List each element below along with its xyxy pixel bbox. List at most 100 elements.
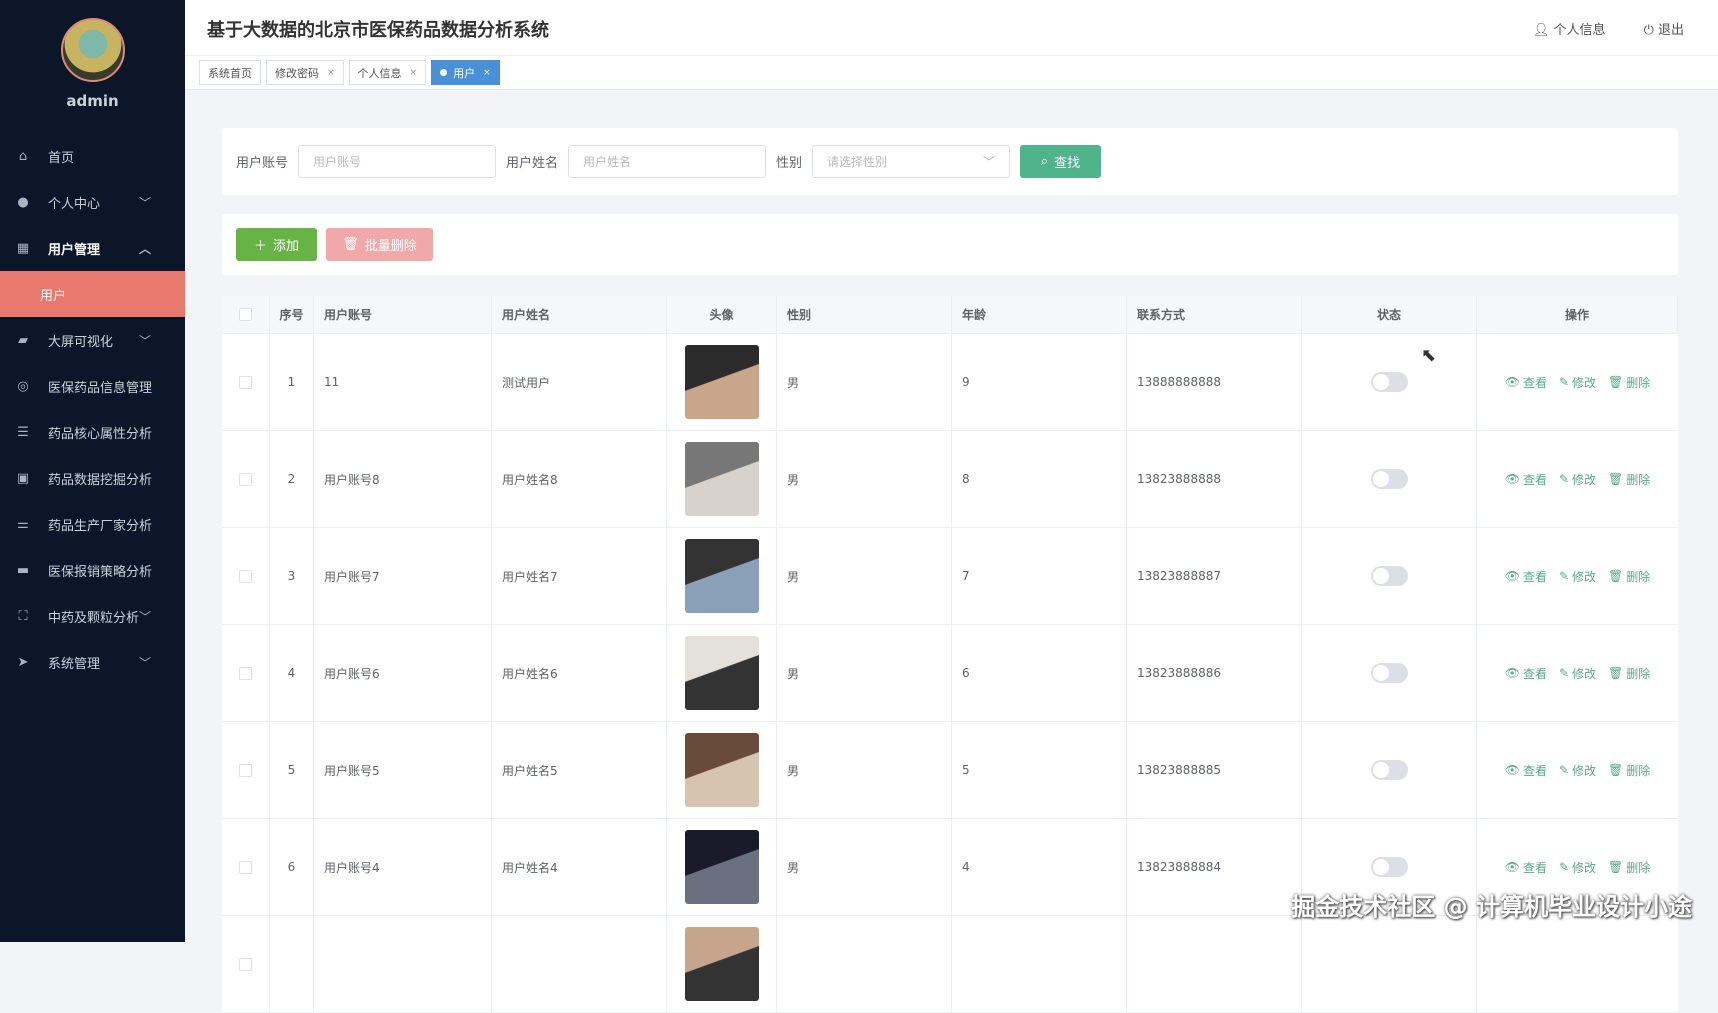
cell-age: 9 bbox=[952, 334, 1127, 430]
view-button[interactable]: 👁︎查看 bbox=[1505, 859, 1547, 876]
sidebar-item-5[interactable]: ◎医保药品信息管理 bbox=[0, 363, 185, 409]
close-icon[interactable]: × bbox=[410, 68, 418, 78]
view-button[interactable]: 👁︎查看 bbox=[1505, 568, 1547, 585]
sidebar-item-6[interactable]: ☰药品核心属性分析 bbox=[0, 409, 185, 455]
delete-button[interactable]: 🗑︎删除 bbox=[1608, 568, 1650, 585]
table-row: 2用户账号8用户姓名8男813823888888👁︎查看 ✎修改 🗑︎删除 bbox=[222, 431, 1678, 528]
delete-button[interactable]: 🗑︎删除 bbox=[1608, 762, 1650, 779]
tab-3[interactable]: 用户× bbox=[431, 60, 500, 85]
status-toggle[interactable] bbox=[1371, 760, 1408, 780]
sidebar-item-9[interactable]: ▬医保报销策略分析 bbox=[0, 547, 185, 593]
close-icon[interactable]: × bbox=[327, 68, 335, 78]
edit-button[interactable]: ✎修改 bbox=[1559, 471, 1596, 488]
cell-avatar bbox=[667, 625, 777, 721]
briefcase-icon: ▰ bbox=[14, 333, 32, 348]
cell-actions: 👁︎查看 ✎修改 🗑︎删除 bbox=[1477, 625, 1678, 721]
sidebar-item-4[interactable]: ▰大屏可视化﹀ bbox=[0, 317, 185, 363]
circle-icon: ◎ bbox=[14, 379, 32, 394]
view-button[interactable]: 👁︎查看 bbox=[1505, 471, 1547, 488]
sidebar-item-1[interactable]: ●个人中心﹀ bbox=[0, 179, 185, 225]
profile-link[interactable]: 👤︎ 个人信息 bbox=[1533, 19, 1606, 38]
chevron-icon: ︿ bbox=[139, 240, 151, 257]
view-button[interactable]: 👁︎查看 bbox=[1505, 762, 1547, 779]
close-icon[interactable]: × bbox=[483, 68, 491, 78]
active-dot-icon bbox=[440, 69, 447, 76]
eye-icon: 👁︎ bbox=[1505, 569, 1520, 583]
checkbox[interactable] bbox=[239, 308, 252, 321]
tab-1[interactable]: 修改密码× bbox=[266, 60, 344, 85]
expand-icon: ⛶ bbox=[14, 609, 32, 624]
delete-button[interactable]: 🗑︎删除 bbox=[1608, 859, 1650, 876]
sidebar-item-2[interactable]: ▦用户管理︿ bbox=[0, 225, 185, 271]
view-button[interactable]: 👁︎查看 bbox=[1505, 374, 1547, 391]
row-checkbox[interactable] bbox=[239, 667, 252, 680]
cell-status bbox=[1302, 334, 1477, 430]
status-toggle[interactable] bbox=[1371, 566, 1408, 586]
eye-icon: 👁︎ bbox=[1505, 860, 1520, 874]
chevron-icon: ﹀ bbox=[139, 608, 151, 625]
user-photo[interactable] bbox=[685, 345, 759, 419]
cell-gender: 男 bbox=[777, 528, 952, 624]
user-photo[interactable] bbox=[685, 539, 759, 613]
cell-age: 7 bbox=[952, 528, 1127, 624]
column-header: 状态 bbox=[1302, 296, 1477, 333]
status-toggle[interactable] bbox=[1371, 372, 1408, 392]
logout-link[interactable]: ⏻ 退出 bbox=[1644, 19, 1684, 38]
view-button[interactable]: 👁︎查看 bbox=[1505, 665, 1547, 682]
delete-button[interactable]: 🗑︎删除 bbox=[1608, 665, 1650, 682]
cell-gender: 男 bbox=[777, 722, 952, 818]
chart-icon: ▣ bbox=[14, 471, 32, 486]
sidebar-item-10[interactable]: ⛶中药及颗粒分析﹀ bbox=[0, 593, 185, 639]
row-checkbox[interactable] bbox=[239, 958, 252, 971]
delete-button[interactable]: 🗑︎删除 bbox=[1608, 374, 1650, 391]
cell-name bbox=[492, 916, 667, 1012]
cell-gender: 男 bbox=[777, 334, 952, 430]
sidebar-item-7[interactable]: ▣药品数据挖掘分析 bbox=[0, 455, 185, 501]
edit-button[interactable]: ✎修改 bbox=[1559, 665, 1596, 682]
admin-avatar[interactable] bbox=[61, 18, 125, 82]
user-photo[interactable] bbox=[685, 636, 759, 710]
pencil-icon: ✎ bbox=[1559, 569, 1569, 583]
row-checkbox[interactable] bbox=[239, 376, 252, 389]
trash-icon: 🗑︎ bbox=[342, 237, 359, 252]
gender-select[interactable]: 请选择性别﹀ bbox=[812, 145, 1010, 178]
edit-button[interactable]: ✎修改 bbox=[1559, 568, 1596, 585]
row-checkbox[interactable] bbox=[239, 473, 252, 486]
edit-button[interactable]: ✎修改 bbox=[1559, 374, 1596, 391]
sidebar-item-label: 用户管理 bbox=[48, 239, 100, 258]
cell-idx: 1 bbox=[270, 334, 314, 430]
batch-delete-button[interactable]: 🗑︎批量删除 bbox=[326, 228, 433, 261]
user-photo[interactable] bbox=[685, 830, 759, 904]
cell-account: 用户账号8 bbox=[314, 431, 492, 527]
sidebar-item-11[interactable]: ➤系统管理﹀ bbox=[0, 639, 185, 685]
sidebar-item-label: 医保报销策略分析 bbox=[48, 561, 152, 580]
chevron-down-icon: ﹀ bbox=[983, 153, 995, 170]
sidebar-item-label: 个人中心 bbox=[48, 193, 100, 212]
sidebar-item-8[interactable]: ⚌药品生产厂家分析 bbox=[0, 501, 185, 547]
name-input[interactable]: 用户姓名 bbox=[568, 145, 766, 178]
search-button[interactable]: ⌕查找 bbox=[1020, 145, 1101, 178]
user-photo[interactable] bbox=[685, 442, 759, 516]
status-toggle[interactable] bbox=[1371, 857, 1408, 877]
column-header: 年龄 bbox=[952, 296, 1127, 333]
cell-status bbox=[1302, 431, 1477, 527]
tab-0[interactable]: 系统首页 bbox=[199, 60, 261, 85]
user-photo[interactable] bbox=[685, 927, 759, 1001]
select-all-checkbox[interactable] bbox=[222, 296, 270, 333]
trash-icon: 🗑︎ bbox=[1608, 763, 1623, 777]
table-header: 序号用户账号用户姓名头像性别年龄联系方式状态操作 bbox=[222, 296, 1678, 334]
user-photo[interactable] bbox=[685, 733, 759, 807]
row-checkbox[interactable] bbox=[239, 861, 252, 874]
sidebar-item-0[interactable]: ⌂首页 bbox=[0, 133, 185, 179]
row-checkbox[interactable] bbox=[239, 764, 252, 777]
status-toggle[interactable] bbox=[1371, 663, 1408, 683]
sidebar-item-3[interactable]: 用户 bbox=[0, 271, 185, 317]
add-button[interactable]: ＋添加 bbox=[236, 228, 317, 261]
status-toggle[interactable] bbox=[1371, 469, 1408, 489]
tab-2[interactable]: 个人信息× bbox=[349, 60, 427, 85]
row-checkbox[interactable] bbox=[239, 570, 252, 583]
account-input[interactable]: 用户账号 bbox=[298, 145, 496, 178]
edit-button[interactable]: ✎修改 bbox=[1559, 762, 1596, 779]
edit-button[interactable]: ✎修改 bbox=[1559, 859, 1596, 876]
delete-button[interactable]: 🗑︎删除 bbox=[1608, 471, 1650, 488]
